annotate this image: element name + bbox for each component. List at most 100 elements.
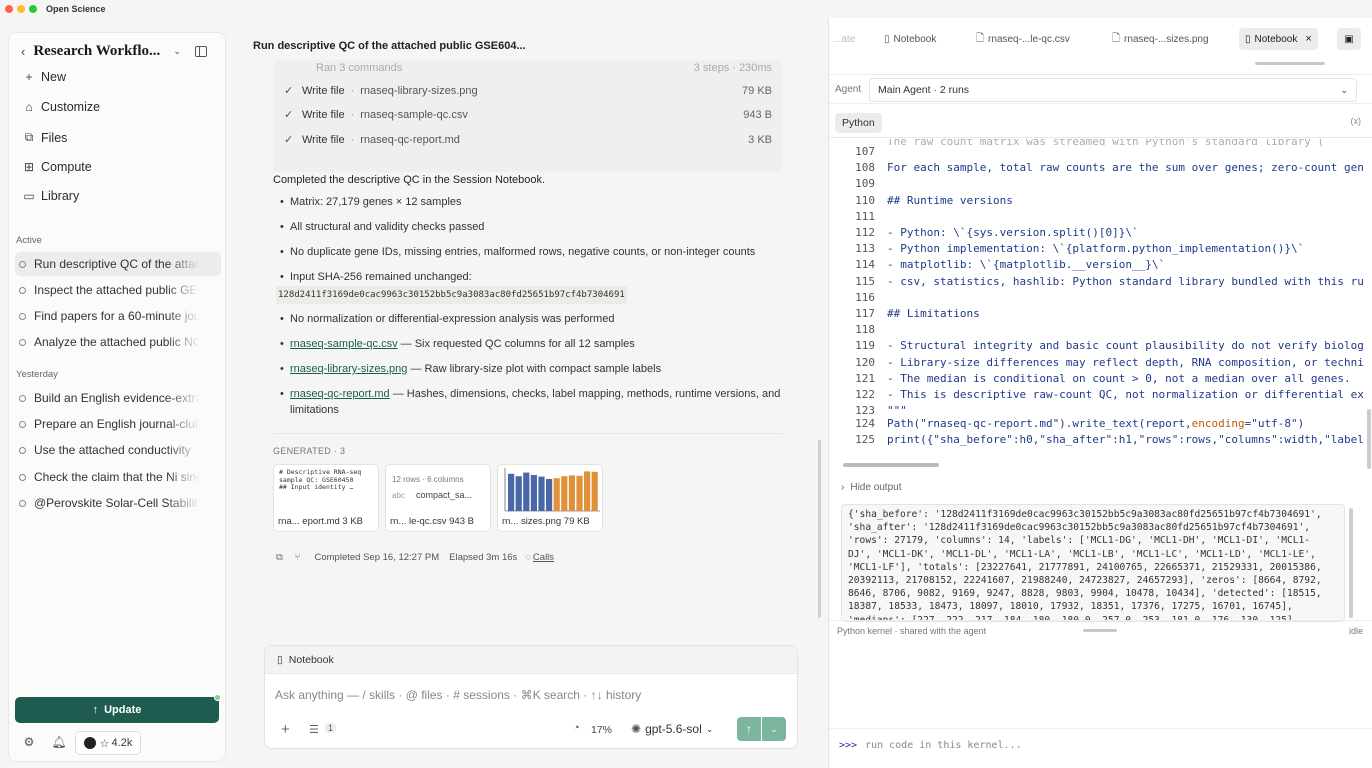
add-icon[interactable]: + xyxy=(281,721,290,738)
check-icon: ✓ xyxy=(284,134,294,146)
code-line: 122- This is descriptive raw-count QC, n… xyxy=(855,388,1364,401)
divider xyxy=(273,433,783,434)
session-item[interactable]: Inspect the attached public GEO xyxy=(15,278,221,302)
tabs-scrollbar[interactable] xyxy=(1255,62,1325,65)
agent-select[interactable]: Main Agent · 2 runs ⌄ xyxy=(869,78,1357,102)
code-editor[interactable]: The raw count matrix was streamed with P… xyxy=(829,139,1372,469)
session-item[interactable]: Prepare an English journal-club xyxy=(15,412,221,436)
tab-notebook[interactable]: ▯ Notebook xyxy=(884,28,936,50)
code-line: 120- Library-size differences may reflec… xyxy=(855,355,1364,369)
window-titlebar: Open Science xyxy=(0,0,1372,18)
compute-icon: ⊞ xyxy=(23,160,35,174)
sidebar-toggle-icon[interactable] xyxy=(194,45,207,57)
session-item[interactable]: Build an English evidence-extraction xyxy=(15,386,221,410)
message-input[interactable]: Ask anything — / skills · @ files · # se… xyxy=(275,688,641,702)
output-scrollbar[interactable] xyxy=(1349,508,1353,618)
cell-toolbar: Python (x) xyxy=(829,110,1372,138)
settings-icon[interactable]: ⚙ xyxy=(19,731,39,753)
composer-notebook-tab[interactable]: ▯ Notebook xyxy=(265,646,797,674)
file-link[interactable]: rnaseq-library-sizes.png xyxy=(290,363,407,375)
notebook-icon: ▯ xyxy=(1245,33,1251,45)
list-item: • No normalization or differential-expres… xyxy=(280,313,615,325)
cell-options-icon[interactable]: (x) xyxy=(1351,116,1362,126)
github-stars-button[interactable]: ☆ 4.2k xyxy=(75,731,141,755)
commands-summary-row[interactable]: Ran 3 commands 3 steps · 230ms xyxy=(284,62,772,74)
back-icon[interactable]: ‹ xyxy=(21,44,25,59)
sha-hash: 128d2411f3169de0cac9963c30152bb5c9a3083a… xyxy=(276,286,627,304)
thumbnail-bar xyxy=(591,471,598,511)
send-options-button[interactable]: ⌄ xyxy=(762,717,786,741)
tools-icon[interactable]: ☰ xyxy=(309,723,319,736)
sidebar-item-new[interactable]: + New xyxy=(21,70,66,84)
kernel-divider-handle[interactable] xyxy=(1083,629,1117,632)
app-title: Open Science xyxy=(46,4,106,14)
customize-icon: ⌂ xyxy=(25,100,33,114)
model-selector[interactable]: ✺ gpt-5.6-sol ⌄ xyxy=(631,722,713,736)
context-usage: 17% xyxy=(591,724,613,736)
session-item[interactable]: Use the attached conductivity xyxy=(15,438,221,462)
files-icon: ⧉ xyxy=(24,130,34,144)
session-item[interactable]: Find papers for a 60-minute journal xyxy=(15,304,221,328)
session-item[interactable]: Analyze the attached public NCBI xyxy=(15,330,221,354)
panel-resize-handle[interactable] xyxy=(818,440,821,618)
code-line: 117 ## Limitations xyxy=(855,307,980,320)
panel-layout-icon[interactable]: ▣ xyxy=(1337,28,1361,50)
code-hscrollbar[interactable] xyxy=(843,463,939,467)
branch-icon[interactable]: ⑂ xyxy=(295,552,301,563)
thumbnail-bar xyxy=(508,473,515,511)
command-row[interactable]: ✓ Write file · rnaseq-library-sizes.png 7… xyxy=(284,84,772,98)
session-status-icon xyxy=(19,420,26,428)
session-item[interactable]: Check the claim that the Ni single xyxy=(15,465,221,489)
tab-png[interactable]: 🗋︎ rnaseq-...sizes.png xyxy=(1112,28,1209,50)
generated-file-card[interactable]: # Descriptive RNA-seq sample QC: GSE6045… xyxy=(273,464,379,532)
kernel-state: idle xyxy=(1348,626,1363,636)
file-link[interactable]: rnaseq-qc-report.md xyxy=(290,388,390,400)
file-link[interactable]: rnaseq-sample-qc.csv xyxy=(290,338,398,350)
thumbnail-bar xyxy=(568,475,575,511)
minimize-window-button[interactable] xyxy=(17,5,25,13)
generated-file-card[interactable]: 12 rows · 6 columns abc compact_sa... rn… xyxy=(385,464,491,532)
code-line: 115- csv, statistics, hashlib: Python st… xyxy=(855,274,1364,288)
notebook-panel: ...ate ▯ Notebook 🗋︎ rnaseq-...le-qc.csv 🗋… xyxy=(828,18,1372,768)
close-window-button[interactable] xyxy=(5,5,13,13)
kernel-console-input[interactable]: >>> run code in this kernel... xyxy=(829,728,1372,762)
section-active-label: Active xyxy=(16,235,42,246)
sidebar-item-files[interactable]: ⧉ Files xyxy=(21,130,68,145)
generated-file-card[interactable]: rn... sizes.png 79 KB xyxy=(497,464,603,532)
code-line: 112- Python: \`{sys.version.split()[0]}\… xyxy=(855,226,1139,239)
close-icon[interactable]: × xyxy=(1305,33,1311,45)
file-icon: 🗋︎ xyxy=(1112,32,1121,44)
plus-icon: + xyxy=(25,70,33,84)
tab-csv[interactable]: 🗋︎ rnaseq-...le-qc.csv xyxy=(976,28,1070,50)
check-icon: ✓ xyxy=(284,109,294,121)
composer: ▯ Notebook Ask anything — / skills · @ f… xyxy=(264,645,798,749)
command-row[interactable]: ✓ Write file · rnaseq-qc-report.md 3 KB xyxy=(284,133,772,147)
tools-count-badge: 1 xyxy=(325,723,337,733)
session-item[interactable]: @Perovskite Solar-Cell Stability xyxy=(15,491,221,515)
file-preview: # Descriptive RNA-seq sample QC: GSE6045… xyxy=(279,469,362,491)
list-item: • rnaseq-qc-report.md — Hashes, dimension… xyxy=(280,388,781,416)
send-button[interactable]: ↑ xyxy=(737,717,761,741)
kernel-status-bar: Python kernel · shared with the agent id… xyxy=(829,620,1372,640)
command-row[interactable]: ✓ Write file · rnaseq-sample-qc.csv 943 B xyxy=(284,108,772,122)
bell-icon[interactable]: 🔔︎ xyxy=(49,731,69,753)
tab-notebook-active[interactable]: ▯ Notebook × xyxy=(1239,28,1318,50)
chevron-down-icon[interactable]: ⌄ xyxy=(173,46,181,57)
update-button[interactable]: ↑ Update xyxy=(15,694,221,723)
hide-output-toggle[interactable]: › Hide output xyxy=(841,482,902,493)
session-status-icon xyxy=(19,260,26,268)
code-vscrollbar[interactable] xyxy=(1367,409,1371,469)
session-item[interactable]: Run descriptive QC of the attached xyxy=(15,252,221,276)
sidebar-item-library[interactable]: ▭ Library xyxy=(21,189,79,203)
arrow-up-icon: ↑ xyxy=(92,704,99,716)
sidebar-item-compute[interactable]: ⊞ Compute xyxy=(21,160,92,174)
workspace-title[interactable]: Research Workflo... xyxy=(33,43,165,60)
copy-icon[interactable]: ⧉ xyxy=(276,552,283,563)
library-icon: ▭ xyxy=(23,189,35,203)
session-status-icon xyxy=(19,286,26,294)
tab-item[interactable]: ...ate xyxy=(833,28,855,50)
zoom-window-button[interactable] xyxy=(29,5,37,13)
calls-link[interactable]: ◌ Calls xyxy=(525,552,554,563)
sidebar-item-customize[interactable]: ⌂ Customize xyxy=(21,100,100,114)
thumbnail-bar xyxy=(546,479,553,511)
